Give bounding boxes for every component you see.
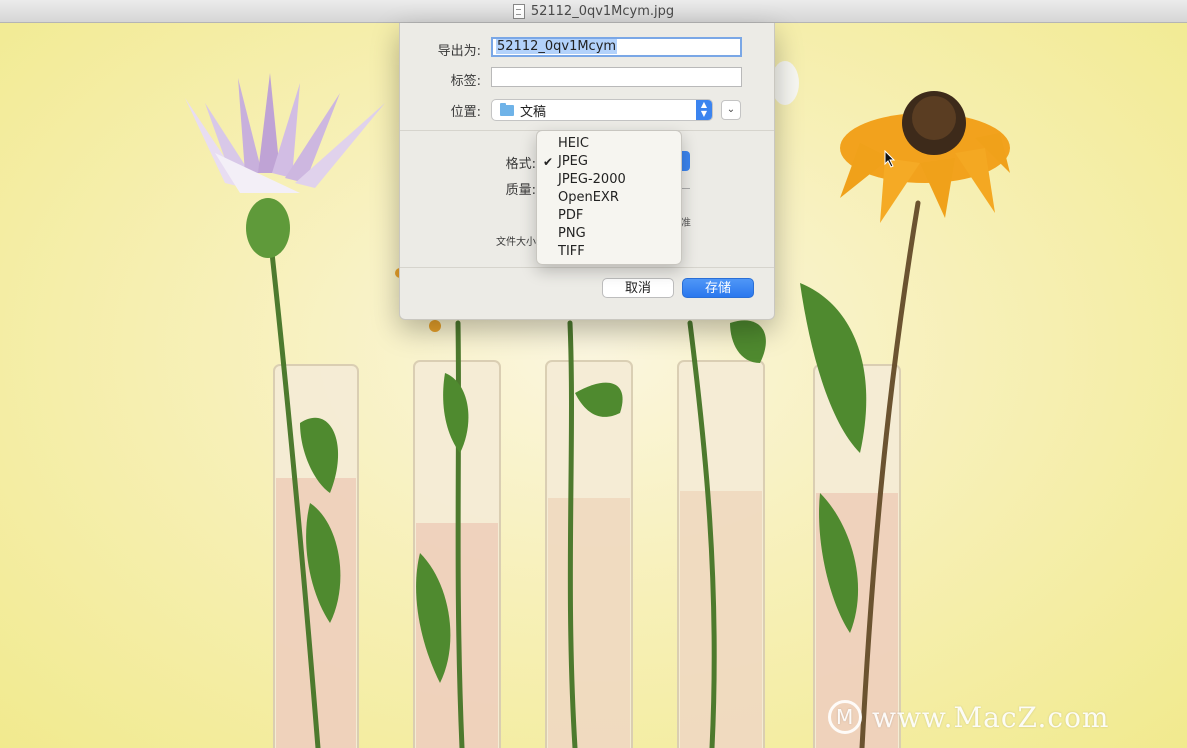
menu-item-tiff[interactable]: TIFF bbox=[537, 243, 681, 261]
chevron-down-icon: ⌄ bbox=[726, 104, 736, 115]
watermark: www.MacZ.com bbox=[828, 700, 1109, 734]
checkmark-icon: ✔ bbox=[543, 155, 554, 169]
save-button[interactable]: 存储 bbox=[682, 278, 754, 298]
export-as-value: 52112_0qv1Mcym bbox=[496, 39, 618, 54]
format-label: 格式: bbox=[505, 157, 536, 172]
stepper-icon: ▲ ▼ bbox=[696, 100, 712, 120]
partial-hidden-text: 准 bbox=[681, 218, 691, 229]
location-popup[interactable]: 文稿 ▲ ▼ bbox=[491, 99, 713, 121]
macz-logo-icon bbox=[828, 700, 862, 734]
menu-item-jpeg-2000[interactable]: JPEG-2000 bbox=[537, 171, 681, 189]
tags-label: 标签: bbox=[450, 74, 481, 89]
export-as-field[interactable]: 52112_0qv1Mcym bbox=[491, 37, 742, 57]
format-menu: HEIC ✔ JPEG JPEG-2000 OpenEXR PDF PNG TIF… bbox=[536, 130, 682, 265]
expand-button[interactable]: ⌄ bbox=[721, 100, 741, 120]
export-as-label: 导出为: bbox=[437, 44, 481, 59]
menu-item-jpeg[interactable]: ✔ JPEG bbox=[537, 153, 681, 171]
quality-label: 质量: bbox=[505, 183, 536, 198]
divider-bottom bbox=[400, 267, 774, 268]
menu-item-heic[interactable]: HEIC bbox=[537, 135, 681, 153]
window-title: 52112_0qv1Mcym.jpg bbox=[530, 3, 675, 19]
menu-item-png[interactable]: PNG bbox=[537, 225, 681, 243]
tags-field[interactable] bbox=[491, 67, 742, 87]
menu-item-pdf[interactable]: PDF bbox=[537, 207, 681, 225]
quality-slider[interactable] bbox=[682, 188, 690, 189]
file-size-label: 文件大小: bbox=[496, 237, 540, 248]
window-title-bar: 52112_0qv1Mcym.jpg bbox=[0, 0, 1187, 23]
cancel-button[interactable]: 取消 bbox=[602, 278, 674, 298]
watermark-text: www.MacZ.com bbox=[872, 700, 1110, 734]
location-label: 位置: bbox=[450, 105, 481, 120]
document-icon bbox=[512, 3, 525, 19]
location-value: 文稿 bbox=[520, 104, 547, 120]
cursor-icon bbox=[884, 150, 896, 168]
menu-item-openexr[interactable]: OpenEXR bbox=[537, 189, 681, 207]
folder-icon bbox=[500, 102, 514, 116]
